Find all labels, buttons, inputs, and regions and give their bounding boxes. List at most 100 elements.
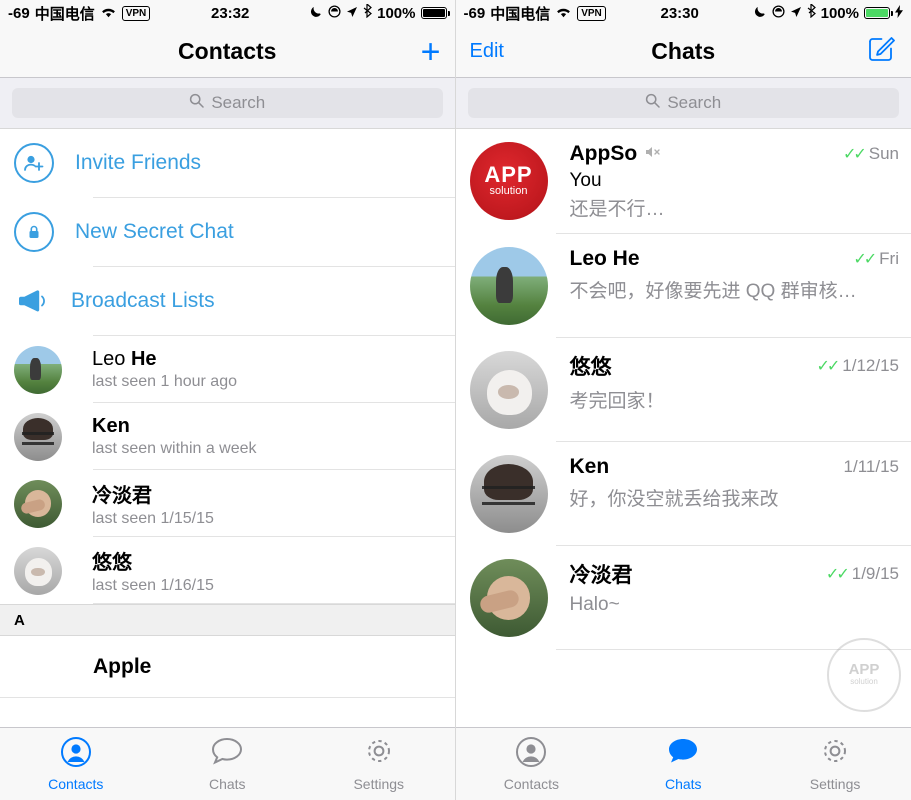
contact-name: Ken [92, 415, 257, 438]
edit-button[interactable]: Edit [470, 40, 504, 63]
read-receipt-icon: ✓✓ [825, 566, 850, 583]
search-placeholder: Search [667, 93, 722, 112]
tab-settings[interactable]: Settings [759, 736, 911, 792]
chats-screen: -69 中国电信 VPN 23:30 100% Edit Chats Searc… [454, 0, 911, 800]
avatar [14, 412, 62, 461]
tab-settings-label: Settings [353, 776, 405, 792]
chat-snippet: 还是不行… [569, 199, 665, 220]
tab-settings[interactable]: Settings [303, 736, 455, 792]
contact-status: last seen 1 hour ago [92, 373, 237, 390]
chat-row-ken[interactable]: Ken 1/11/15 好，你没空就丢给我来改 [456, 442, 911, 546]
contact-status: last seen 1/15/15 [92, 510, 214, 527]
contact-row-youyou[interactable]: 悠悠 last seen 1/16/15 [0, 537, 455, 604]
charging-bolt-icon [895, 4, 903, 22]
tab-contacts-label: Contacts [503, 776, 560, 792]
do-not-disturb-icon [328, 4, 341, 22]
contact-name: Leo He [92, 348, 237, 371]
compose-icon [867, 34, 897, 69]
add-contact-button[interactable]: + [420, 32, 441, 71]
tab-bar-left: Contacts Chats Settings [0, 727, 455, 800]
status-bar-left: -69 中国电信 VPN 23:32 100% [0, 0, 455, 26]
broadcast-lists-label: Broadcast Lists [71, 289, 215, 312]
search-container-right: Search [455, 78, 911, 129]
person-icon [0, 736, 152, 776]
carrier-label: 中国电信 [490, 5, 551, 23]
new-secret-chat-row[interactable]: New Secret Chat [0, 198, 455, 266]
invite-friends-row[interactable]: Invite Friends [0, 129, 455, 197]
search-icon [189, 93, 205, 113]
contact-row-lengdanjun[interactable]: 冷淡君 last seen 1/15/15 [0, 470, 455, 537]
gear-icon [303, 736, 455, 776]
avatar [469, 247, 548, 325]
contact-first-name: Leo [92, 348, 126, 370]
contact-row-leo[interactable]: Leo He last seen 1 hour ago [0, 336, 455, 403]
contact-name: 悠悠 [92, 546, 214, 575]
chat-snippet: Halo~ [569, 594, 620, 615]
search-container-left: Search [0, 78, 455, 129]
screenshot-pair: -69 中国电信 VPN 23:32 100% Contacts + Searc… [0, 0, 911, 800]
vpn-badge: VPN [121, 5, 151, 21]
bluetooth-icon [807, 3, 816, 22]
chat-row-appso[interactable]: APP solution AppSo ✓✓ Sun You 还是不行… [456, 129, 911, 234]
tab-chats[interactable]: Chats [152, 736, 304, 792]
chat-name: Leo He [569, 247, 640, 270]
read-receipt-icon: ✓✓ [842, 146, 867, 163]
chat-row-lengdanjun[interactable]: 冷淡君 ✓✓ 1/9/15 Halo~ [456, 546, 911, 650]
tab-bar-right: Contacts Chats Settings [455, 727, 911, 800]
do-not-disturb-icon [772, 4, 785, 22]
carrier-label: 中国电信 [34, 5, 95, 23]
chat-snippet: 不会吧，好像要先进 QQ 群审核… [569, 281, 857, 302]
broadcast-lists-row[interactable]: Broadcast Lists [0, 267, 455, 335]
contact-first-name: Ken [92, 415, 130, 437]
chat-sender: You [569, 170, 602, 191]
contact-status: last seen within a week [92, 440, 257, 457]
contact-row-apple[interactable]: Apple [0, 636, 455, 698]
chat-time: 1/9/15 [851, 564, 899, 583]
read-receipt-icon: ✓✓ [853, 251, 877, 268]
chat-time: Sun [868, 144, 899, 163]
chat-bubble-icon [607, 736, 759, 776]
lock-icon [14, 212, 54, 252]
search-input[interactable]: Search [467, 88, 899, 118]
section-header-a: A [0, 604, 455, 636]
avatar: APP solution [469, 142, 548, 220]
battery-percent-label: 100% [820, 4, 859, 22]
contact-name: 冷淡君 [92, 479, 214, 508]
navigation-bar-left: Contacts + [0, 26, 455, 78]
gear-icon [759, 736, 911, 776]
moon-icon [310, 5, 323, 22]
clock-label: 23:32 [211, 4, 250, 22]
chat-row-leo-he[interactable]: Leo He ✓✓ Fri 不会吧，好像要先进 QQ 群审核… [456, 234, 911, 338]
location-arrow-icon [790, 5, 802, 22]
tab-contacts[interactable]: Contacts [0, 736, 152, 792]
contact-first-name: 冷淡君 [92, 485, 152, 507]
compose-button[interactable] [867, 34, 897, 69]
search-input[interactable]: Search [12, 88, 443, 118]
contact-row-ken[interactable]: Ken last seen within a week [0, 403, 455, 470]
avatar [469, 455, 548, 533]
new-secret-chat-label: New Secret Chat [75, 220, 234, 243]
avatar [469, 559, 548, 637]
tab-contacts[interactable]: Contacts [456, 736, 608, 792]
watermark-logo: APP solution [827, 638, 901, 712]
contacts-screen: -69 中国电信 VPN 23:32 100% Contacts + Searc… [0, 0, 455, 800]
avatar-subtext: solution [489, 185, 528, 197]
plus-icon: + [420, 32, 441, 71]
person-icon [456, 736, 608, 776]
signal-strength-label: -69 [8, 4, 30, 22]
page-title: Chats [651, 38, 716, 64]
avatar [14, 479, 62, 528]
read-receipt-icon: ✓✓ [816, 358, 840, 375]
chat-row-youyou[interactable]: 悠悠 ✓✓ 1/12/15 考完回家！ [456, 338, 911, 442]
tab-chats-label: Chats [208, 776, 246, 792]
tab-chats-label: Chats [664, 776, 702, 792]
mute-icon [644, 145, 660, 163]
bluetooth-icon [363, 3, 373, 22]
location-arrow-icon [346, 5, 358, 22]
megaphone-icon [14, 283, 50, 319]
navigation-bar-right: Edit Chats [455, 26, 911, 78]
chat-name: Ken [569, 455, 610, 478]
signal-strength-label: -69 [463, 4, 486, 22]
avatar [14, 345, 62, 394]
tab-chats[interactable]: Chats [607, 736, 759, 792]
